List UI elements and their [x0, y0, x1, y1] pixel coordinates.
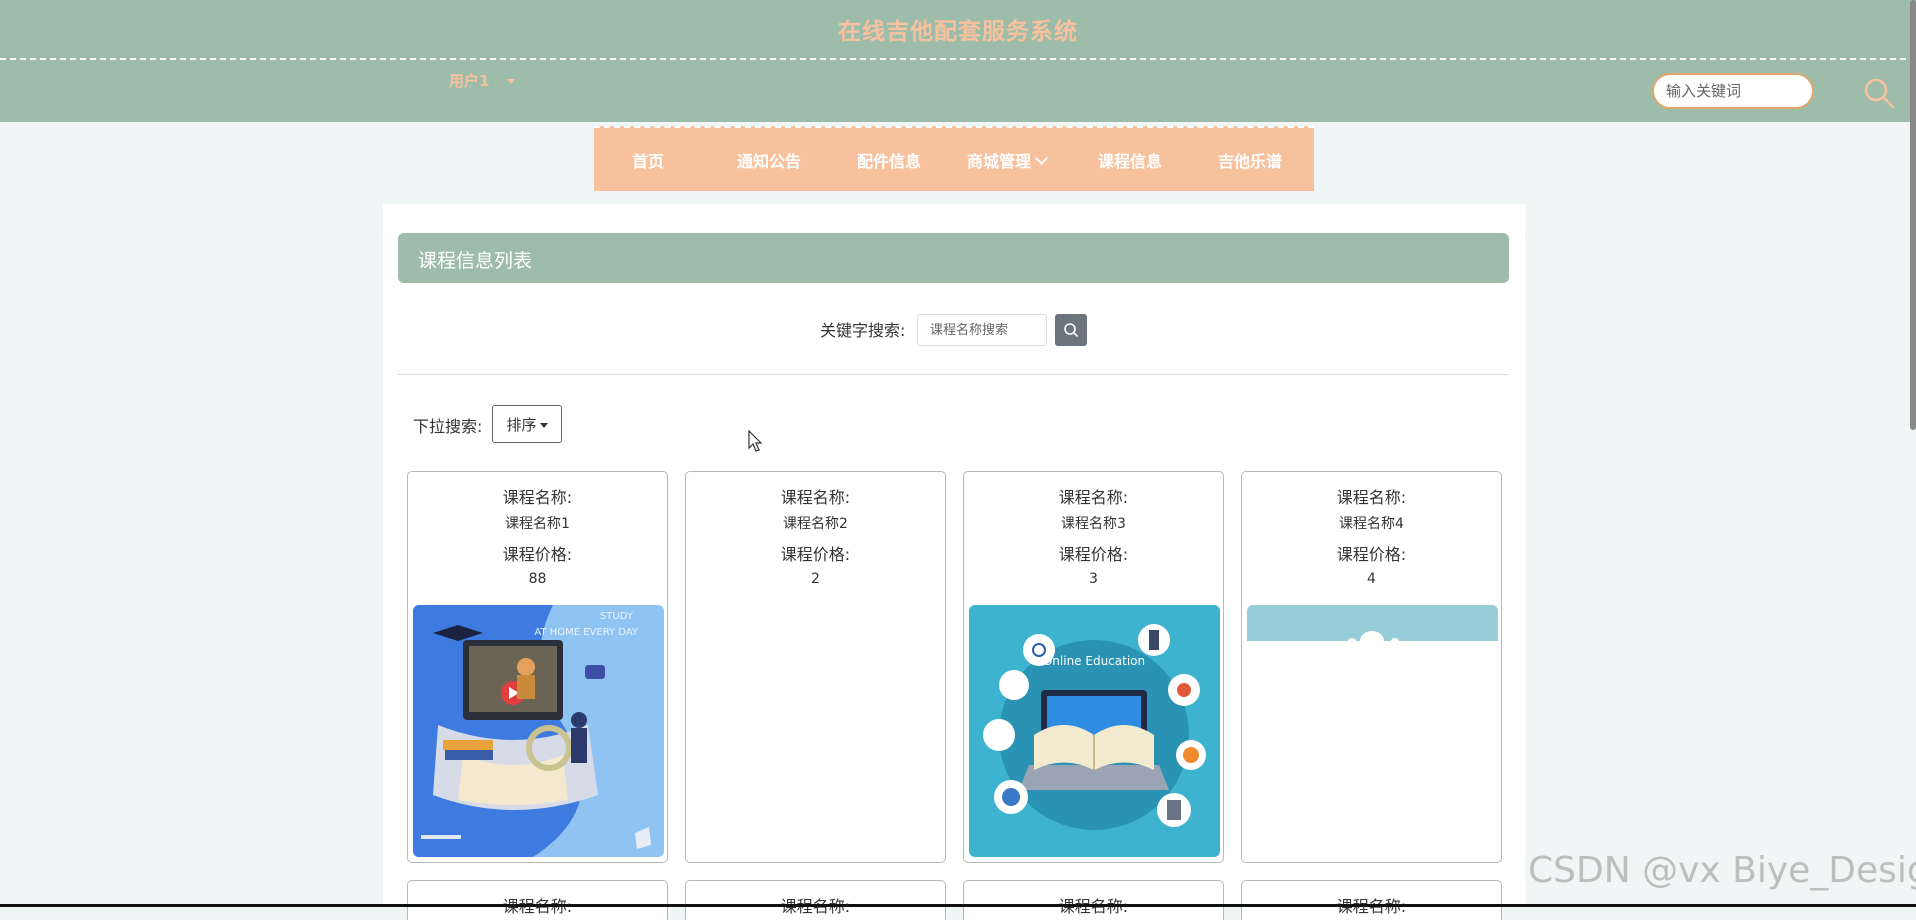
watermark: CSDN @vx Biye_Design — [1528, 850, 1916, 891]
caret-down-icon — [507, 79, 516, 84]
caret-down-icon — [539, 422, 548, 428]
course-card-3[interactable]: 课程名称: 课程名称3 课程价格: 3 Online Education — [963, 471, 1224, 863]
site-title: 在线吉他配套服务系统 — [838, 19, 1078, 45]
image-text-online-education: Online Education — [1043, 654, 1145, 668]
course-image-partial — [1247, 605, 1498, 857]
course-name: 课程名称1 — [505, 516, 570, 532]
dropdown-search-label: 下拉搜索: — [413, 417, 483, 436]
top-search-input[interactable] — [1652, 73, 1814, 109]
user-name: 用户1 — [449, 72, 490, 90]
mouse-cursor-icon — [748, 430, 763, 452]
course-name-label: 课程名称: — [780, 488, 851, 507]
course-image-study: STUDY AT HOME EVERY DAY — [413, 605, 664, 857]
course-price-label: 课程价格: — [780, 545, 851, 564]
course-name-label: 课程名称: — [502, 488, 573, 507]
header-divider — [0, 58, 1916, 60]
nav-item-courses[interactable]: 课程信息 — [1098, 148, 1162, 172]
nav-item-scores[interactable]: 吉他乐谱 — [1218, 148, 1282, 172]
search-icon[interactable] — [1862, 76, 1896, 110]
nav-item-accessories[interactable]: 配件信息 — [857, 148, 921, 172]
course-price: 4 — [1367, 571, 1376, 587]
main-content: 课程信息列表 关键字搜索: 下拉搜索: 排序 课程名称: 课程名称1 课程价格:… — [383, 204, 1525, 920]
chevron-down-icon — [1035, 152, 1048, 165]
course-name-label: 课程名称: — [1336, 488, 1407, 507]
keyword-search-button[interactable] — [1055, 314, 1087, 346]
course-card-8[interactable]: 课程名称: — [1241, 880, 1502, 920]
nav-item-home[interactable]: 首页 — [632, 148, 664, 172]
nav-item-notices[interactable]: 通知公告 — [737, 148, 801, 172]
course-card-5[interactable]: 课程名称: — [407, 880, 668, 920]
course-name-label: 课程名称: — [1058, 488, 1129, 507]
course-name: 课程名称4 — [1339, 516, 1404, 532]
course-price: 2 — [811, 571, 820, 587]
course-price-label: 课程价格: — [1058, 545, 1129, 564]
course-image-online-education: Online Education — [969, 605, 1220, 857]
user-menu[interactable]: 用户1 — [449, 70, 516, 91]
course-card-2[interactable]: 课程名称: 课程名称2 课程价格: 2 — [685, 471, 946, 863]
course-name: 课程名称2 — [783, 516, 848, 532]
page-scrollbar[interactable] — [1910, 0, 1916, 430]
nav-divider — [594, 126, 1314, 128]
course-name: 课程名称3 — [1061, 516, 1126, 532]
course-card-6[interactable]: 课程名称: — [685, 880, 946, 920]
top-header: 在线吉他配套服务系统 用户1 — [0, 0, 1916, 122]
keyword-search-input[interactable] — [917, 314, 1047, 346]
course-card-7[interactable]: 课程名称: — [963, 880, 1224, 920]
sort-label: 排序 — [506, 415, 537, 434]
list-header: 课程信息列表 — [398, 233, 1509, 283]
course-card-1[interactable]: 课程名称: 课程名称1 课程价格: 88 STUDY AT HOME EVERY… — [407, 471, 668, 863]
main-nav: 首页 通知公告 配件信息 商城管理 课程信息 吉他乐谱 — [594, 126, 1314, 191]
section-divider — [398, 374, 1509, 375]
search-icon — [1064, 323, 1078, 337]
course-price-label: 课程价格: — [502, 545, 573, 564]
course-card-4[interactable]: 课程名称: 课程名称4 课程价格: 4 — [1241, 471, 1502, 863]
nav-item-shop-label: 商城管理 — [967, 152, 1032, 171]
keyword-label: 关键字搜索: — [820, 321, 906, 340]
course-price: 3 — [1089, 571, 1098, 587]
course-price-label: 课程价格: — [1336, 545, 1407, 564]
course-price: 88 — [528, 571, 547, 587]
nav-item-shop[interactable]: 商城管理 — [967, 148, 1048, 172]
image-text-home: AT HOME EVERY DAY — [534, 627, 639, 638]
list-title: 课程信息列表 — [418, 250, 533, 272]
image-text-study: STUDY — [600, 611, 634, 622]
sort-dropdown-button[interactable]: 排序 — [492, 405, 562, 443]
